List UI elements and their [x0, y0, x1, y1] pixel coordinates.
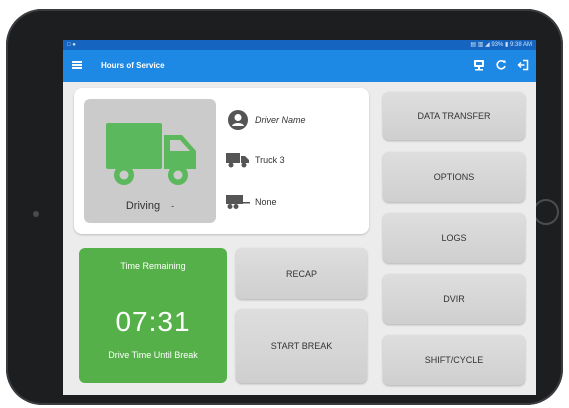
statusbar-right: ▤ ▥ ◢ 93% ▮ 9:38 AM: [470, 42, 532, 48]
duty-status-selector[interactable]: Driving -: [84, 99, 216, 223]
logout-icon[interactable]: [516, 58, 530, 72]
options-button[interactable]: OPTIONS: [383, 152, 525, 202]
truck-icon: [106, 119, 198, 196]
home-button[interactable]: [533, 199, 559, 225]
page-title: Hours of Service: [101, 61, 165, 70]
menu-icon[interactable]: [72, 61, 82, 69]
start-break-button[interactable]: START BREAK: [236, 309, 367, 383]
duty-status-label: Driving -: [84, 200, 216, 212]
logs-button[interactable]: LOGS: [383, 213, 525, 263]
truck-small-icon: [226, 152, 250, 168]
dvir-button[interactable]: DVIR: [383, 274, 525, 324]
data-transfer-button[interactable]: DATA TRANSFER: [383, 92, 525, 140]
app-bar: Hours of Service: [63, 50, 536, 82]
driver-card: Driving - Driver Name Truck 3 None: [74, 88, 369, 234]
chevron-down-icon: -: [171, 201, 175, 211]
driver-name-row[interactable]: Driver Name: [226, 110, 306, 130]
person-icon: [226, 110, 250, 130]
trailer-icon: [226, 194, 250, 210]
time-remaining-card: Time Remaining 07:31 Drive Time Until Br…: [79, 248, 227, 383]
status-bar: □ ● ▤ ▥ ◢ 93% ▮ 9:38 AM: [63, 40, 536, 50]
tablet-frame: □ ● ▤ ▥ ◢ 93% ▮ 9:38 AM Hours of Service: [6, 9, 563, 405]
camera-icon: [33, 211, 39, 217]
screen: □ ● ▤ ▥ ◢ 93% ▮ 9:38 AM Hours of Service: [63, 40, 536, 395]
trailer-name: None: [255, 197, 277, 207]
recap-button[interactable]: RECAP: [236, 248, 367, 299]
duty-status-text: Driving: [125, 200, 161, 212]
vehicle-row[interactable]: Truck 3: [226, 152, 285, 168]
computer-icon[interactable]: [472, 58, 486, 72]
driver-name: Driver Name: [255, 115, 306, 125]
statusbar-left: □ ●: [67, 42, 76, 48]
time-remaining-title: Time Remaining: [120, 261, 186, 271]
shift-cycle-button[interactable]: SHIFT/CYCLE: [383, 335, 525, 385]
trailer-row[interactable]: None: [226, 194, 277, 210]
time-remaining-subtitle: Drive Time Until Break: [108, 350, 198, 360]
vehicle-name: Truck 3: [255, 155, 285, 165]
time-remaining-value: 07:31: [115, 306, 191, 337]
refresh-icon[interactable]: [494, 58, 508, 72]
